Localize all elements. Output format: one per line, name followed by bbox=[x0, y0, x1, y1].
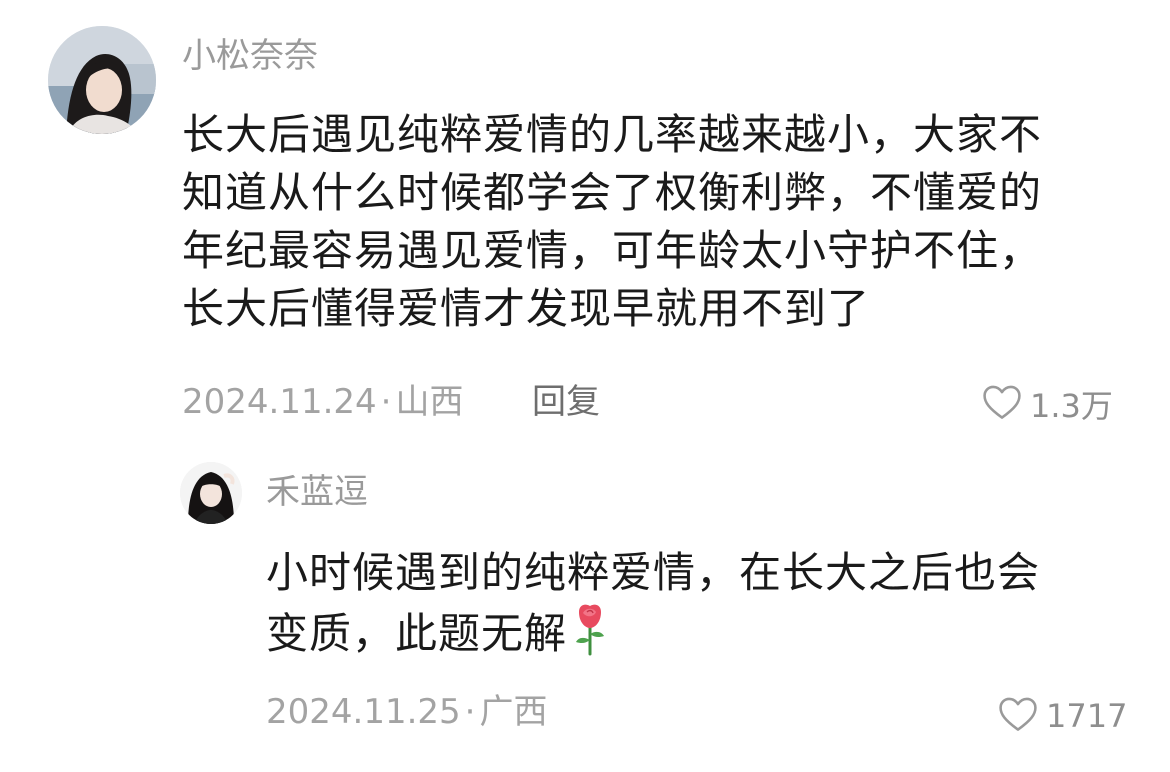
comment-line: 长大后懂得爱情才发现早就用不到了 bbox=[182, 284, 871, 333]
comment-date: 2024.11.24 bbox=[182, 382, 377, 422]
heart-outline-icon bbox=[980, 380, 1024, 428]
comment-meta: 2024.11.25 · 广西 bbox=[266, 692, 547, 732]
comment-line: 知道从什么时候都学会了权衡利弊，不懂爱的 bbox=[182, 168, 1043, 217]
like-count: 1717 bbox=[1046, 697, 1128, 735]
avatar[interactable] bbox=[180, 462, 242, 524]
meta-separator: · bbox=[380, 382, 392, 422]
comment-location: 山西 bbox=[395, 382, 464, 422]
comment-text: 长大后遇见纯粹爱情的几率越来越小，大家不 知道从什么时候都学会了权衡利弊，不懂爱… bbox=[182, 106, 1042, 338]
avatar[interactable] bbox=[48, 26, 156, 134]
username[interactable]: 禾蓝逗 bbox=[266, 472, 368, 512]
comment-line: 长大后遇见纯粹爱情的几率越来越小，大家不 bbox=[182, 110, 1043, 159]
comment-line: 年纪最容易遇见爱情，可年龄太小守护不住， bbox=[182, 226, 1043, 275]
comment-text: 小时候遇到的纯粹爱情，在长大之后也会 变质，此题无解 bbox=[266, 544, 1040, 671]
comment-2-reply: 禾蓝逗 小时候遇到的纯粹爱情，在长大之后也会 变质，此题无解 2024.11.2… bbox=[0, 440, 1170, 772]
avatar-photo bbox=[180, 462, 242, 524]
rose-emoji-icon bbox=[571, 602, 609, 671]
meta-separator: · bbox=[464, 692, 476, 732]
reply-button[interactable]: 回复 bbox=[532, 382, 600, 422]
comment-date: 2024.11.25 bbox=[266, 692, 461, 732]
username[interactable]: 小松奈奈 bbox=[182, 36, 318, 76]
avatar-photo bbox=[48, 26, 156, 134]
comment-1: 小松奈奈 长大后遇见纯粹爱情的几率越来越小，大家不 知道从什么时候都学会了权衡利… bbox=[0, 0, 1170, 440]
like-count: 1.3万 bbox=[1030, 387, 1113, 425]
comment-line: 小时候遇到的纯粹爱情，在长大之后也会 bbox=[266, 548, 1041, 597]
comment-location: 广西 bbox=[479, 692, 548, 732]
comment-line-text: 变质，此题无解 bbox=[266, 609, 568, 658]
comment-line: 变质，此题无解 bbox=[266, 602, 1040, 671]
like-button[interactable]: 1717 bbox=[996, 692, 1127, 740]
like-button[interactable]: 1.3万 bbox=[980, 380, 1113, 428]
comment-meta: 2024.11.24 · 山西 bbox=[182, 382, 463, 422]
heart-outline-icon bbox=[996, 692, 1040, 740]
